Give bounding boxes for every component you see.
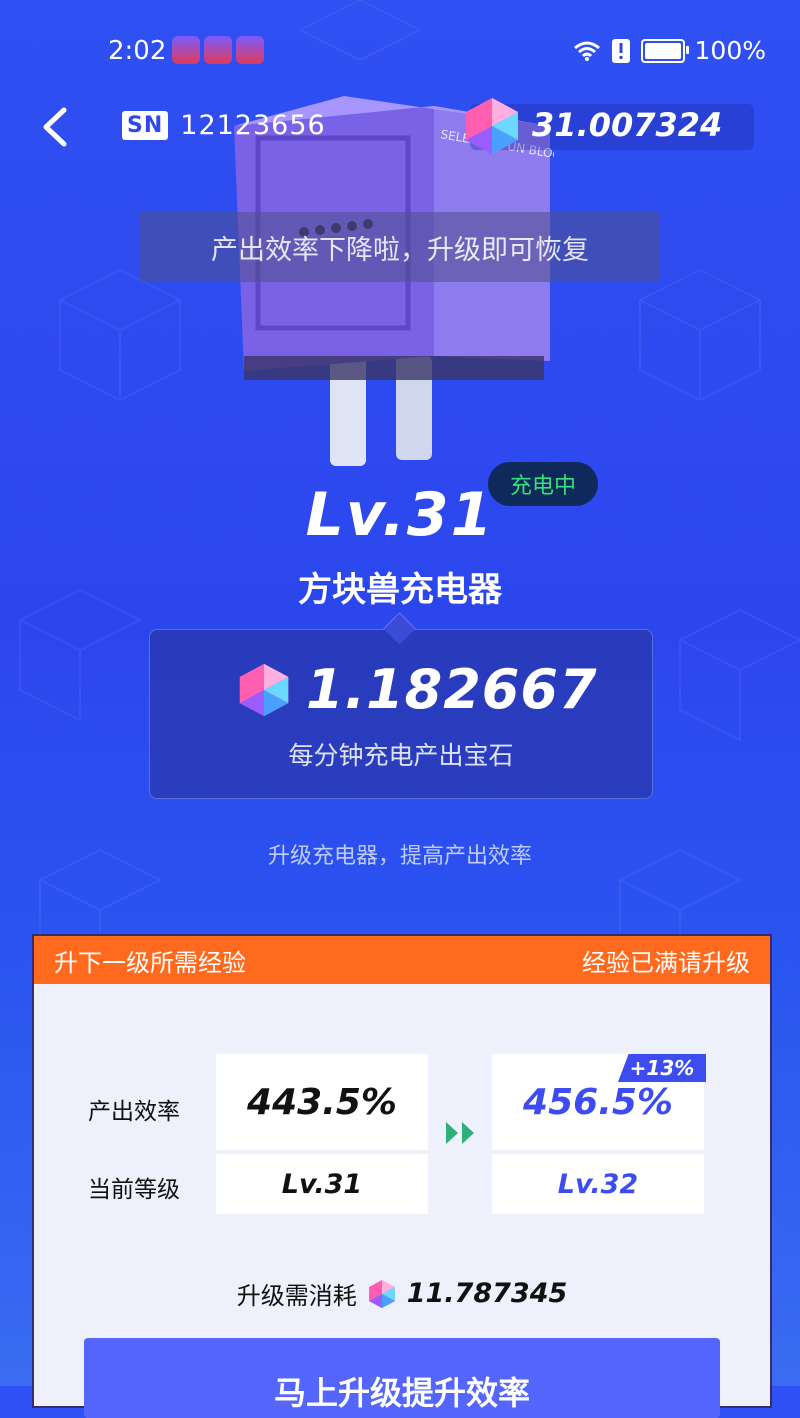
double-chevron-right-icon [446,1122,474,1144]
battery-percent: 100% [694,36,766,65]
efficiency-notice: 产出效率下降啦，升级即可恢复 [140,212,660,282]
alert-icon [611,38,630,63]
experience-status: 经验已满请升级 [582,948,750,977]
app-notification-icon [204,36,232,64]
back-arrow-icon[interactable] [36,104,76,150]
rate-card: 1.182667 每分钟充电产出宝石 [149,629,653,799]
rate-value: 1.182667 [306,658,598,721]
sn-value: 12123656 [180,110,326,141]
rate-description: 每分钟充电产出宝石 [288,741,514,770]
upgrade-cost: 升级需消耗 11.787345 [34,1276,770,1311]
next-level: Lv.32 [492,1154,704,1214]
app-notification-icon [236,36,264,64]
serial-number: SN 12123656 [122,110,326,141]
current-efficiency: 443.5% [216,1054,428,1150]
status-bar: 2:02 100% [0,28,800,74]
current-level: Lv.31 [216,1154,428,1214]
cost-value: 11.787345 [406,1278,568,1309]
upgrade-hint: 升级充电器，提高产出效率 [267,844,532,869]
status-time: 2:02 [108,36,167,66]
notification-app-icons [172,36,264,64]
device-level: Lv.31 [305,480,495,550]
level-label: 当前等级 [88,1177,180,1203]
upgrade-button[interactable]: 马上升级提升效率 [84,1338,720,1418]
app-notification-icon [172,36,200,64]
gem-icon [466,98,518,154]
gem-balance: 31.007324 [532,106,723,144]
sn-badge: SN [122,111,169,140]
experience-header: 升下一级所需经验 经验已满请升级 [34,936,770,984]
gem-icon [239,663,289,716]
increase-tag: +13% [618,1054,706,1082]
experience-label: 升下一级所需经验 [54,948,246,977]
cost-label: 升级需消耗 [236,1282,357,1310]
gem-icon [368,1279,395,1308]
battery-icon [640,38,689,63]
device-name: 方块兽充电器 [298,570,502,610]
status-indicators: 100% [573,36,766,65]
upgrade-panel: 升下一级所需经验 经验已满请升级 产出效率 当前等级 443.5% Lv.31 … [32,934,772,1418]
wifi-icon [573,41,600,61]
efficiency-label: 产出效率 [88,1099,180,1125]
